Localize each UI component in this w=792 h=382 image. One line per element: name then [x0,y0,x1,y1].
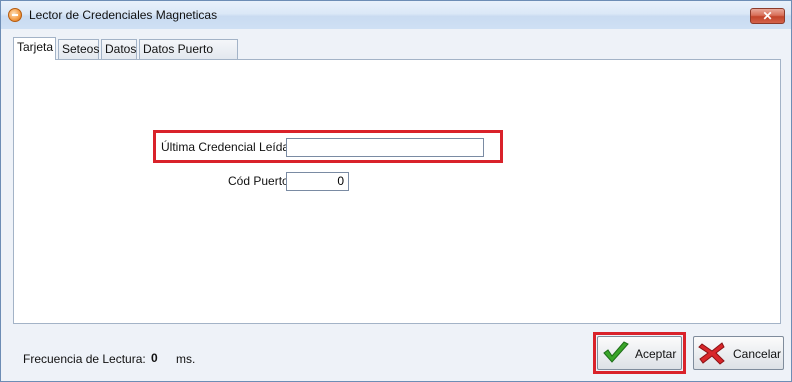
frecuencia-value: 0 [151,351,158,365]
window-title: Lector de Credenciales Magneticas [29,8,218,22]
x-icon [698,342,725,365]
title-bar[interactable]: Lector de Credenciales Magneticas ✕ [1,1,791,29]
cancel-button[interactable]: Cancelar [693,336,784,370]
tab-tarjeta[interactable]: Tarjeta [13,37,56,60]
ultima-credencial-field[interactable] [286,138,484,157]
tab-datos[interactable]: Datos [101,39,137,59]
frecuencia-label: Frecuencia de Lectura: [23,352,146,366]
app-icon [8,8,22,22]
ultima-credencial-label: Última Credencial Leída: [161,140,293,154]
tab-panel-tarjeta [13,59,781,324]
accept-label: Aceptar [635,347,677,361]
cod-puerto-label: Cód Puerto: [228,174,293,188]
close-button[interactable]: ✕ [750,8,785,24]
frecuencia-unit: ms. [176,352,196,366]
tab-seteos[interactable]: Seteos [58,39,99,59]
cancel-label: Cancelar [733,347,782,361]
main-window: Lector de Credenciales Magneticas ✕ Tarj… [0,0,792,382]
accept-button[interactable]: Aceptar [597,336,682,370]
tab-datos-puerto-serie[interactable]: Datos Puerto Serie [139,39,238,74]
cod-puerto-field[interactable]: 0 [286,172,349,191]
close-icon: ✕ [762,9,773,23]
check-icon [603,341,629,363]
